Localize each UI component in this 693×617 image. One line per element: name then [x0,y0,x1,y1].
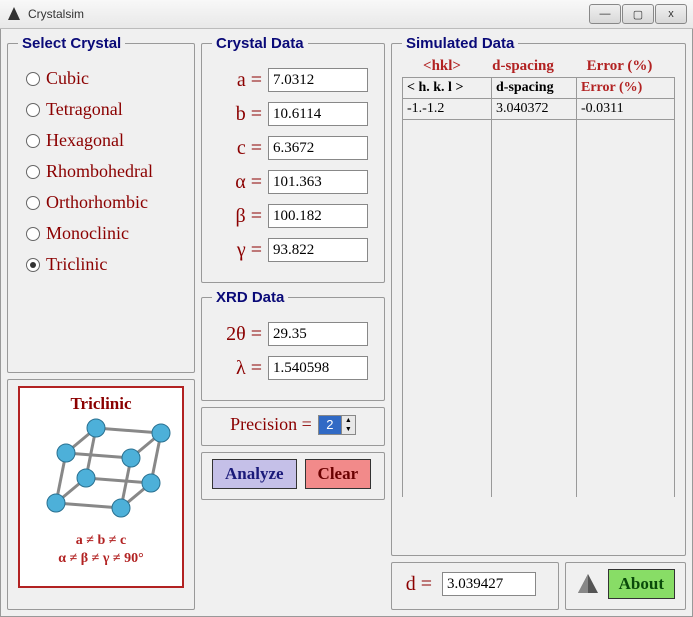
crystal-data-group: Crystal Data a = b = c = α = β = γ = [201,35,385,283]
close-button[interactable]: x [655,4,687,24]
radio-icon [26,103,40,117]
simulated-data-legend: Simulated Data [402,35,518,52]
radio-icon [26,72,40,86]
d-label: d = [402,573,438,596]
select-crystal-legend: Select Crystal [18,35,125,52]
radio-icon [26,196,40,210]
input-gamma[interactable] [268,238,368,262]
radio-triclinic[interactable]: Triclinic [26,254,184,275]
maximize-button[interactable]: ▢ [622,4,654,24]
label-twotheta: 2θ = [212,323,268,346]
radio-icon [26,165,40,179]
radio-monoclinic[interactable]: Monoclinic [26,223,184,244]
col-hkl[interactable]: < h. k. l > [403,78,492,99]
input-twotheta[interactable] [268,322,368,346]
titlebar: Crystalsim — ▢ x [0,0,693,29]
radio-icon [26,258,40,272]
header-error: Error (%) [564,58,675,75]
crystal-formula-1: a ≠ b ≠ c [58,532,143,550]
xrd-data-group: XRD Data 2θ = λ = [201,289,385,401]
action-group: Analyze Clear [201,452,385,500]
input-lambda[interactable] [268,356,368,380]
col-dspacing[interactable]: d-spacing [492,78,577,99]
spinner-down-icon[interactable]: ▼ [341,425,355,434]
label-c: c = [212,137,268,160]
analyze-button[interactable]: Analyze [212,459,297,489]
label-beta: β = [212,205,268,228]
radio-icon [26,227,40,241]
radio-rhombohedral[interactable]: Rhombohedral [26,161,184,182]
radio-icon [26,134,40,148]
input-a[interactable] [268,68,368,92]
table-row[interactable]: -1.-1.2 3.040372 -0.0311 [403,99,675,120]
input-c[interactable] [268,136,368,160]
simulated-data-group: Simulated Data <hkl> d-spacing Error (%)… [391,35,686,556]
crystal-data-legend: Crystal Data [212,35,308,52]
cone-icon [576,572,600,596]
label-b: b = [212,103,268,126]
input-beta[interactable] [268,204,368,228]
app-icon [6,6,22,22]
window-title: Crystalsim [28,7,84,21]
crystal-preview: Triclinic [7,379,195,610]
crystal-card: Triclinic [18,386,184,588]
label-a: a = [212,69,268,92]
simulated-table: < h. k. l > d-spacing Error (%) -1.-1.2 … [402,77,675,497]
precision-group: Precision = 2 ▲ ▼ [201,407,385,446]
cell-error: -0.0311 [577,99,675,120]
crystal-card-title: Triclinic [70,394,131,414]
radio-cubic[interactable]: Cubic [26,68,184,89]
col-error[interactable]: Error (%) [577,78,675,99]
radio-tetragonal[interactable]: Tetragonal [26,99,184,120]
crystal-formula-2: α ≠ β ≠ γ ≠ 90° [58,550,143,568]
spinner-up-icon[interactable]: ▲ [341,416,355,425]
header-hkl: <hkl> [402,58,482,75]
precision-label: Precision = [230,414,312,435]
cell-dspacing: 3.040372 [492,99,577,120]
crystal-structure-icon [31,418,171,528]
d-result-group: d = [391,562,559,610]
about-group: About [565,562,686,610]
label-lambda: λ = [212,357,268,380]
precision-value: 2 [319,416,341,434]
radio-orthorhombic[interactable]: Orthorhombic [26,192,184,213]
header-dspacing: d-spacing [482,58,564,75]
about-button[interactable]: About [608,569,675,599]
minimize-button[interactable]: — [589,4,621,24]
simulated-headers-row: <hkl> d-spacing Error (%) [402,58,675,75]
clear-button[interactable]: Clear [305,459,372,489]
input-alpha[interactable] [268,170,368,194]
label-gamma: γ = [212,239,268,262]
precision-spinner[interactable]: 2 ▲ ▼ [318,415,356,435]
input-b[interactable] [268,102,368,126]
select-crystal-group: Select Crystal Cubic Tetragonal Hexagona… [7,35,195,373]
cell-hkl: -1.-1.2 [403,99,492,120]
xrd-data-legend: XRD Data [212,289,288,306]
table-row [403,120,675,498]
d-output[interactable] [442,572,536,596]
label-alpha: α = [212,171,268,194]
radio-hexagonal[interactable]: Hexagonal [26,130,184,151]
